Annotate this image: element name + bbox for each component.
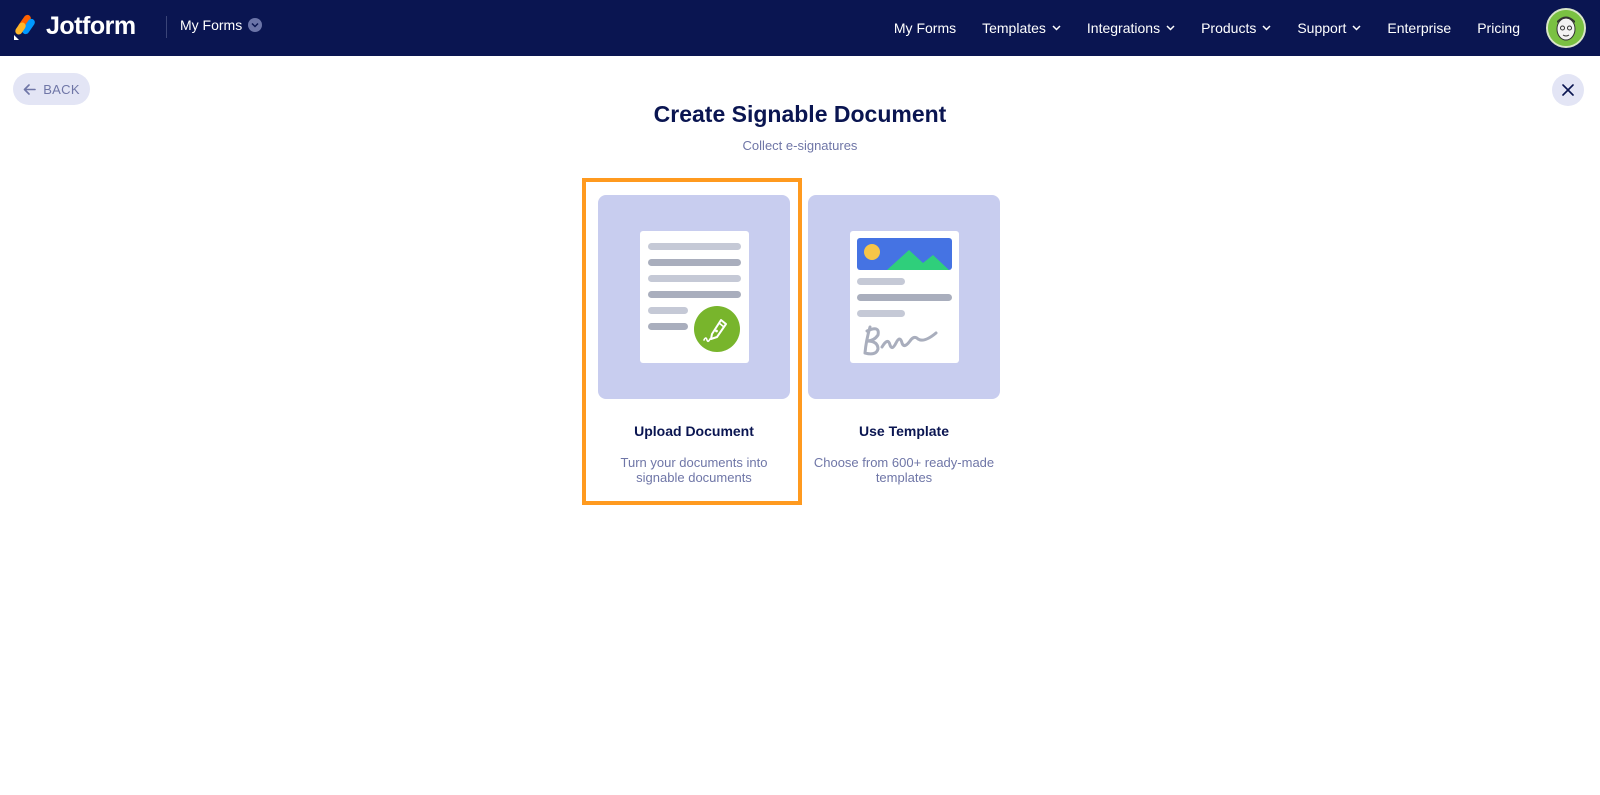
image-placeholder-icon [857, 238, 952, 270]
header-divider [166, 16, 167, 38]
upload-document-description: Turn your documents into signable docume… [598, 455, 790, 485]
use-template-description: Choose from 600+ ready-made templates [808, 455, 1000, 485]
chevron-down-icon [1352, 25, 1361, 31]
text-line [648, 323, 688, 330]
template-description-line: templates [875, 470, 933, 485]
text-line [857, 278, 905, 285]
my-forms-dropdown[interactable]: My Forms [180, 17, 263, 33]
page-subtitle: Collect e-signatures [742, 138, 858, 153]
chevron-down-icon [248, 18, 263, 32]
nav-item-label: Enterprise [1387, 20, 1452, 36]
chevron-down-icon [1052, 25, 1061, 31]
nav-item-support[interactable]: Support [1297, 20, 1361, 36]
text-line [857, 294, 952, 301]
upload-document-thumbnail [598, 195, 790, 399]
nav-item-label: Products [1201, 20, 1257, 36]
nav-item-label: Support [1297, 20, 1347, 36]
upload-description-line: signable documents [636, 470, 752, 485]
chevron-down-icon [1166, 25, 1175, 31]
nav-item-templates[interactable]: Templates [982, 20, 1061, 36]
arrow-left-icon [23, 83, 36, 95]
back-button-label: BACK [43, 81, 80, 97]
jotform-logo[interactable]: Jotform [12, 12, 136, 41]
avatar-face-icon [1548, 10, 1584, 46]
signature-scribble-icon [863, 325, 938, 356]
nav-item-pricing[interactable]: Pricing [1477, 20, 1520, 36]
nav-item-integrations[interactable]: Integrations [1087, 20, 1175, 36]
top-navigation-bar: Jotform My Forms My Forms Templates Inte… [0, 0, 1600, 56]
jotform-logo-icon [14, 14, 35, 40]
text-line [648, 259, 741, 266]
text-line [648, 307, 688, 314]
chevron-down-icon [1262, 25, 1271, 31]
use-template-card[interactable]: Use Template Choose from 600+ ready-made… [808, 195, 1000, 485]
brand-name: Jotform [46, 12, 136, 40]
pen-signature-icon [694, 306, 740, 352]
upload-document-card[interactable]: Upload Document Turn your documents into… [598, 195, 790, 485]
text-line [648, 243, 741, 250]
document-illustration [640, 231, 749, 363]
nav-item-enterprise[interactable]: Enterprise [1387, 20, 1451, 36]
text-line [648, 291, 741, 298]
close-icon [1562, 84, 1574, 96]
upload-document-label: Upload Document [634, 423, 754, 439]
text-line [857, 310, 905, 317]
template-illustration [850, 231, 959, 363]
user-avatar[interactable] [1546, 8, 1586, 48]
main-nav: My Forms Templates Integrations Products… [894, 0, 1600, 56]
my-forms-dropdown-label: My Forms [180, 17, 243, 33]
nav-item-products[interactable]: Products [1201, 20, 1271, 36]
use-template-thumbnail [808, 195, 1000, 399]
nav-item-label: My Forms [893, 20, 957, 36]
page-title: Create Signable Document [653, 101, 947, 127]
nav-item-label: Integrations [1086, 20, 1161, 36]
nav-item-label: Pricing [1477, 20, 1520, 36]
template-description-line: Choose from 600+ ready-made [813, 455, 995, 470]
nav-item-my-forms[interactable]: My Forms [894, 20, 956, 36]
text-line [648, 275, 741, 282]
use-template-label: Use Template [859, 423, 949, 439]
nav-item-label: Templates [982, 20, 1046, 36]
upload-description-line: Turn your documents into [620, 455, 768, 470]
